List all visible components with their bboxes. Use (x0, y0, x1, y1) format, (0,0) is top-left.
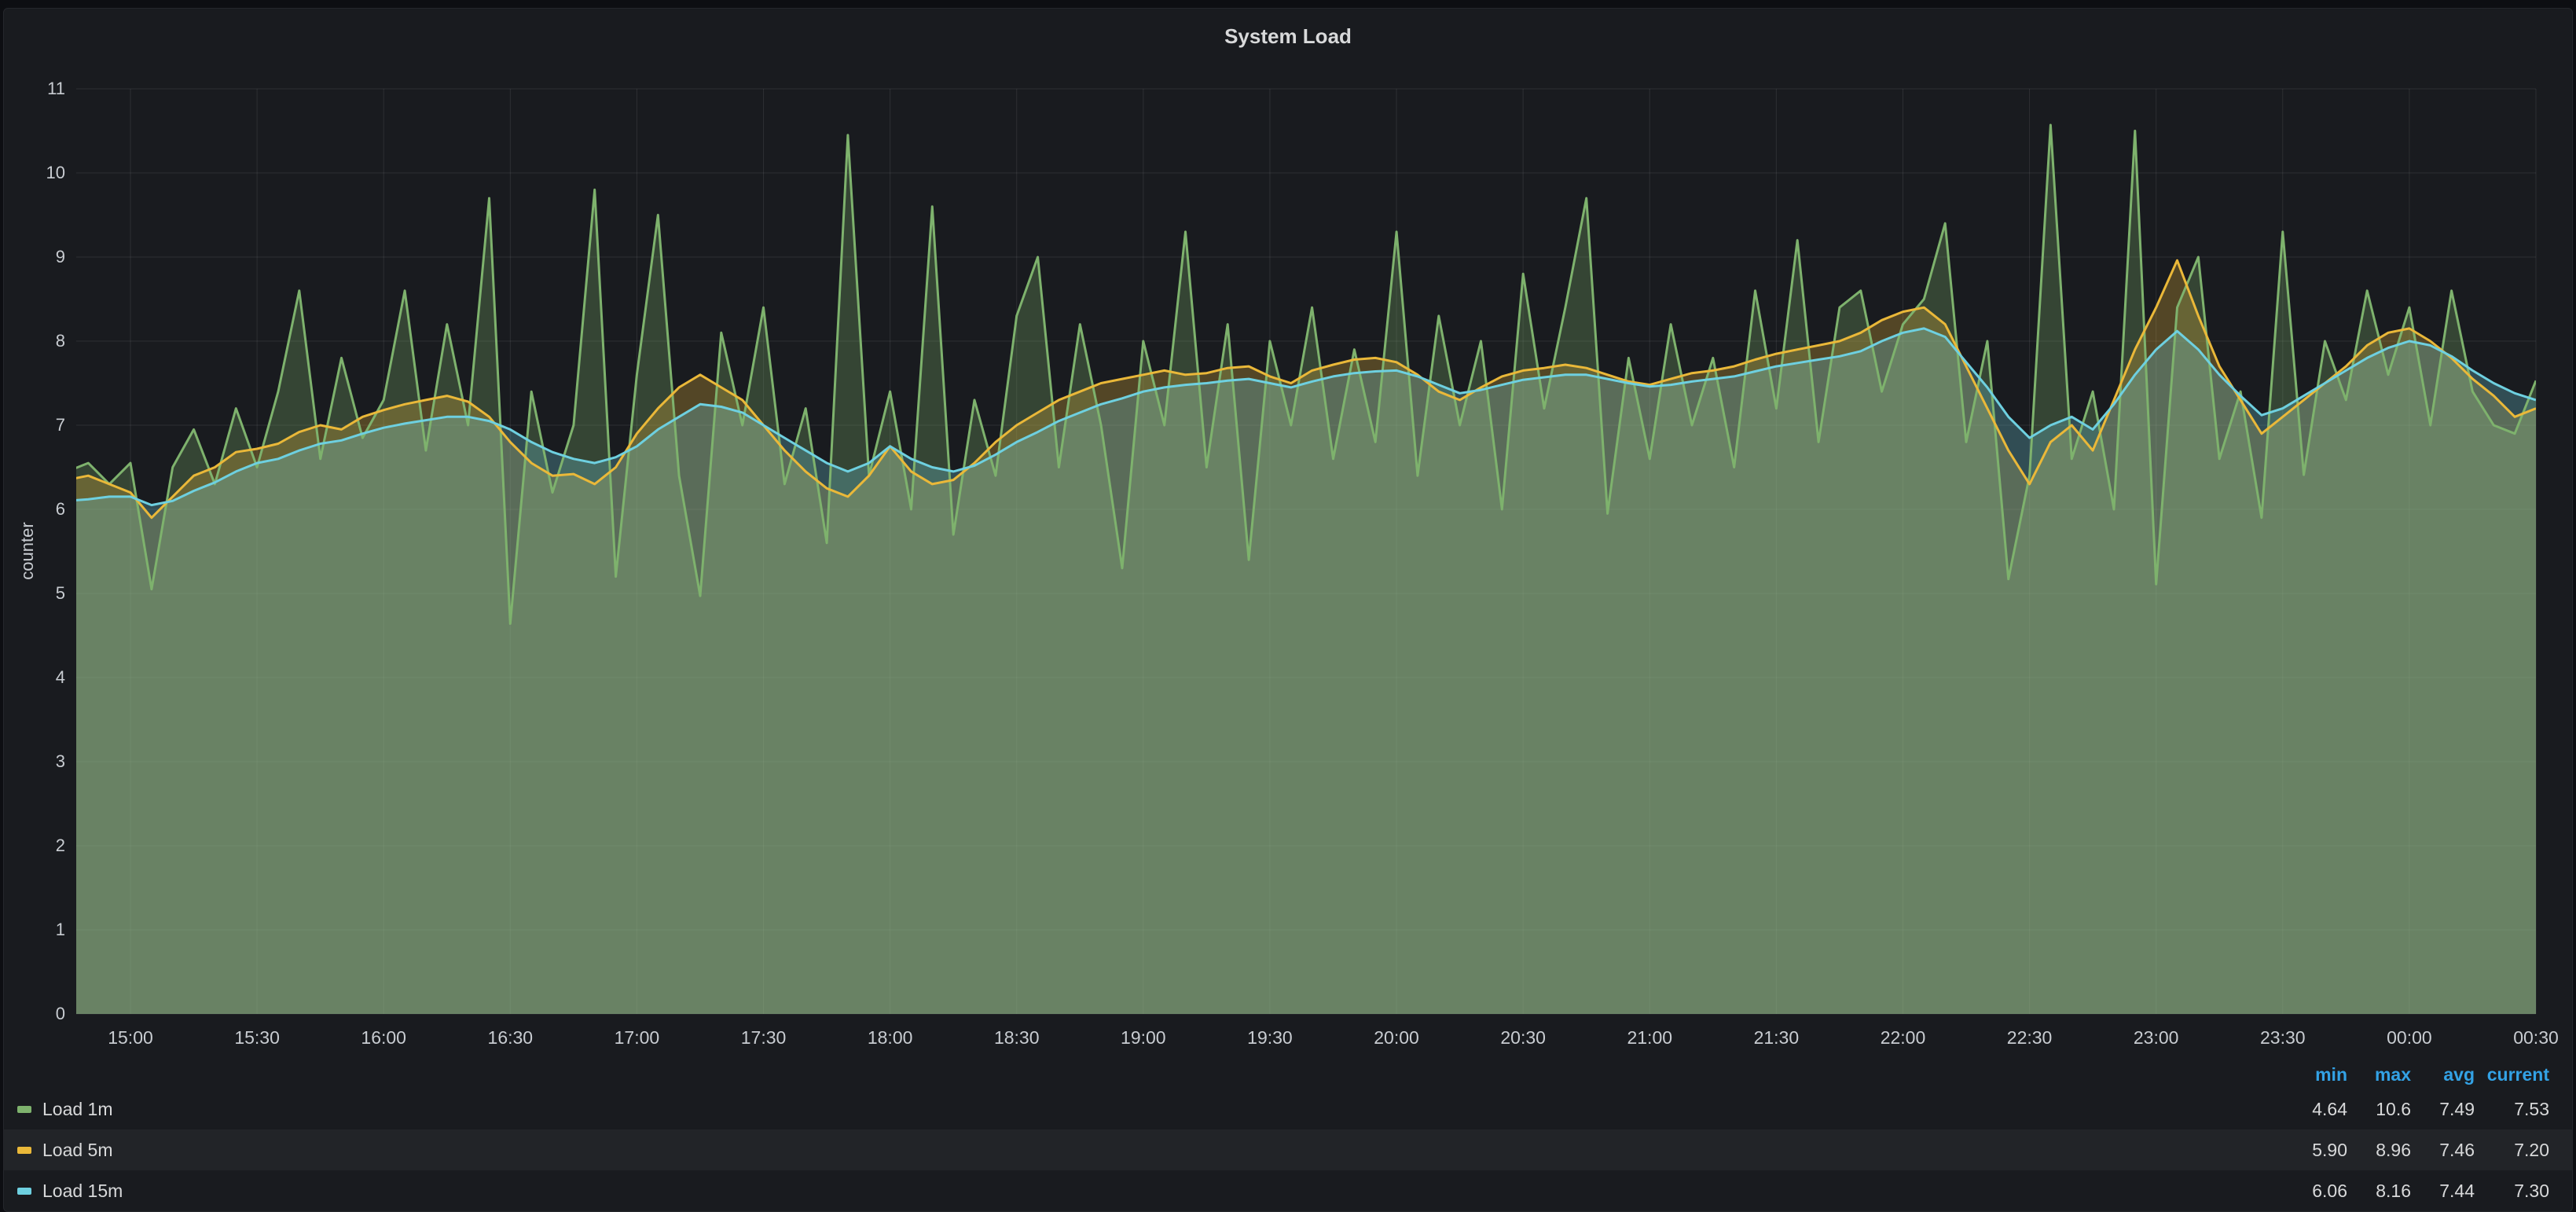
x-tick-label: 16:30 (447, 1027, 573, 1049)
y-tick-label: 1 (4, 920, 65, 940)
x-tick-label: 20:30 (1460, 1027, 1586, 1049)
x-tick-label: 19:00 (1081, 1027, 1206, 1049)
x-tick-label: 23:00 (2093, 1027, 2219, 1049)
legend-stat-current: 7.30 (2475, 1181, 2549, 1202)
legend: minmaxavgcurrentLoad 1m4.6410.67.497.53L… (4, 1060, 2573, 1211)
legend-stat-current: 7.53 (2475, 1099, 2549, 1120)
legend-row-load-5m: Load 5m 5.908.967.467.20 (4, 1129, 2573, 1170)
panel-system-load: System Load counter 01234567891011 15:00… (3, 8, 2573, 1212)
legend-stat-min: 6.06 (2284, 1181, 2347, 1202)
legend-series: Load 15m (17, 1181, 2284, 1202)
series-color-swatch[interactable] (17, 1147, 31, 1154)
x-tick-label: 23:30 (2220, 1027, 2346, 1049)
legend-stat-min: 5.90 (2284, 1140, 2347, 1161)
legend-stat-max: 8.16 (2347, 1181, 2411, 1202)
legend-series-name[interactable]: Load 5m (42, 1140, 113, 1161)
legend-stat-max: 8.96 (2347, 1140, 2411, 1161)
legend-stat-header-min[interactable]: min (2284, 1064, 2347, 1085)
y-tick-label: 11 (4, 79, 65, 99)
y-tick-label: 10 (4, 163, 65, 183)
x-tick-label: 21:30 (1713, 1027, 1839, 1049)
x-tick-label: 19:30 (1207, 1027, 1333, 1049)
series-color-swatch[interactable] (17, 1106, 31, 1113)
legend-stat-avg: 7.46 (2411, 1140, 2475, 1161)
y-tick-label: 4 (4, 667, 65, 688)
legend-row-load-1m: Load 1m 4.6410.67.497.53 (4, 1089, 2573, 1129)
legend-stat-avg: 7.44 (2411, 1181, 2475, 1202)
x-tick-label: 22:00 (1840, 1027, 1965, 1049)
x-tick-label: 18:00 (827, 1027, 953, 1049)
legend-row-load-15m: Load 15m 6.068.167.447.30 (4, 1170, 2573, 1211)
legend-series: Load 5m (17, 1140, 2284, 1161)
x-tick-label: 15:00 (68, 1027, 193, 1049)
y-tick-label: 7 (4, 415, 65, 435)
y-tick-label: 8 (4, 331, 65, 351)
y-tick-label: 5 (4, 583, 65, 604)
legend-stat-min: 4.64 (2284, 1099, 2347, 1120)
y-tick-label: 3 (4, 751, 65, 772)
legend-stat-header-avg[interactable]: avg (2411, 1064, 2475, 1085)
x-tick-label: 20:00 (1334, 1027, 1459, 1049)
legend-stat-avg: 7.49 (2411, 1099, 2475, 1120)
legend-stat-header-current[interactable]: current (2475, 1064, 2549, 1085)
x-tick-label: 15:30 (194, 1027, 320, 1049)
legend-stat-current: 7.20 (2475, 1140, 2549, 1161)
x-tick-label: 00:30 (2473, 1027, 2573, 1049)
series-color-swatch[interactable] (17, 1188, 31, 1195)
x-tick-label: 21:00 (1587, 1027, 1712, 1049)
x-tick-label: 16:00 (321, 1027, 446, 1049)
x-tick-label: 17:00 (574, 1027, 699, 1049)
y-tick-label: 6 (4, 499, 65, 520)
y-tick-label: 0 (4, 1004, 65, 1024)
legend-header-row: minmaxavgcurrent (4, 1060, 2573, 1089)
series-fills (67, 125, 2536, 1014)
x-tick-label: 18:30 (954, 1027, 1080, 1049)
legend-series-name[interactable]: Load 1m (42, 1099, 113, 1120)
legend-series-name[interactable]: Load 15m (42, 1181, 123, 1202)
legend-stat-max: 10.6 (2347, 1099, 2411, 1120)
series-area-load-15m (67, 329, 2536, 1014)
x-tick-label: 00:00 (2347, 1027, 2472, 1049)
legend-stat-header-max[interactable]: max (2347, 1064, 2411, 1085)
x-tick-label: 17:30 (701, 1027, 827, 1049)
x-tick-label: 22:30 (1967, 1027, 2093, 1049)
y-tick-label: 9 (4, 247, 65, 267)
y-tick-label: 2 (4, 836, 65, 856)
legend-series: Load 1m (17, 1099, 2284, 1120)
